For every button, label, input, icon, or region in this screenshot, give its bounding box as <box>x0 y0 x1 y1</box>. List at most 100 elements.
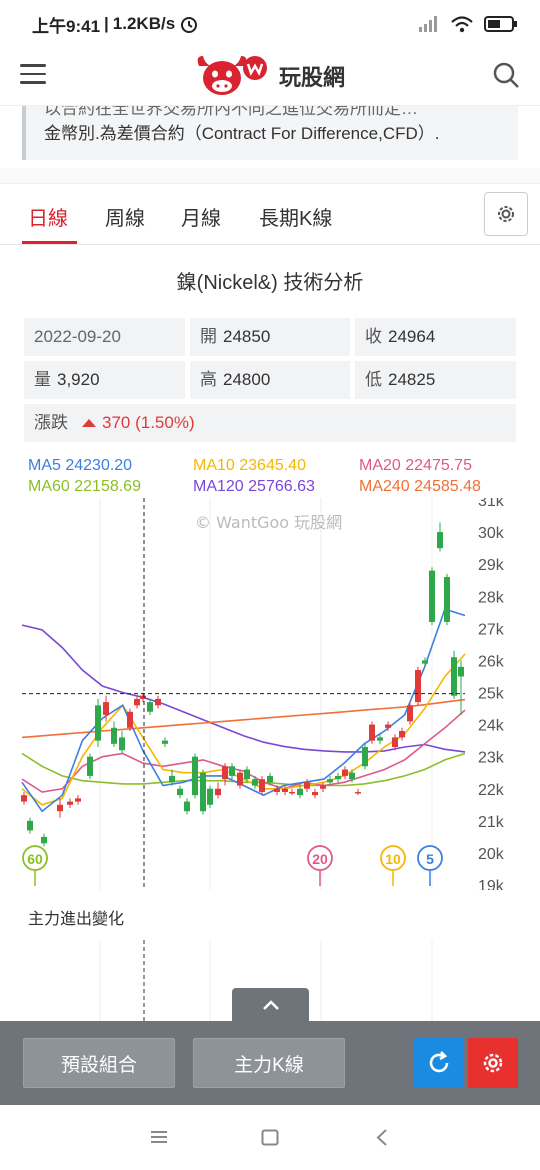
candle-down <box>437 532 443 549</box>
low-value: 24825 <box>388 370 436 389</box>
candle-down <box>297 788 303 796</box>
candle-down <box>458 666 464 677</box>
tab-weekly[interactable]: 周線 <box>105 202 145 231</box>
refresh-button[interactable] <box>414 1038 464 1088</box>
wifi-icon <box>451 16 473 33</box>
candle-down <box>184 801 190 812</box>
candle-down <box>229 766 235 776</box>
y-tick-label: 21k <box>478 814 505 831</box>
candle-down <box>267 775 273 783</box>
brand-logo[interactable]: 玩股網 <box>193 52 345 100</box>
candle-down <box>327 779 333 783</box>
ma240-line <box>21 698 466 739</box>
candle-up <box>103 702 109 715</box>
search-icon[interactable] <box>492 61 520 89</box>
ma5-legend: MA5 24230.20 <box>28 457 133 474</box>
hamburger-menu-icon[interactable] <box>20 64 46 86</box>
up-arrow-icon <box>82 418 96 427</box>
bull-logo-icon <box>197 56 267 95</box>
status-bar: 上午9:41 | 1.2KB/s <box>0 0 540 48</box>
candle-up <box>127 711 133 728</box>
candle-down <box>87 756 93 776</box>
candle-down <box>192 756 198 796</box>
candle-up <box>75 798 81 802</box>
candle-up <box>57 804 63 812</box>
chart-settings-button[interactable] <box>484 192 528 236</box>
refresh-icon <box>429 1051 449 1073</box>
candle-up <box>67 801 73 805</box>
candle-up <box>282 788 288 792</box>
bottom-toolbar: 預設組合 主力K線 <box>0 1021 540 1105</box>
candle-up <box>415 670 421 703</box>
candle-down <box>335 775 341 780</box>
candlestick-chart[interactable]: 31k 30k 29k 28k 27k 26k 25k 24k 23k 22k 21k 20k 19k ©… <box>0 498 540 890</box>
candle-up <box>320 785 326 789</box>
notice-line: 金幣別.為差價合約（Contract For Difference,CFD）. <box>44 124 440 143</box>
main-k-line-button[interactable]: 主力K線 <box>193 1038 345 1088</box>
candle-down <box>177 788 183 796</box>
candle-up <box>215 788 221 796</box>
candle-down <box>252 779 258 786</box>
candle-up <box>392 737 398 748</box>
y-tick-label: 24k <box>478 718 505 735</box>
change-value: 370 (1.50%) <box>102 413 195 432</box>
candle-down <box>444 577 450 622</box>
page-title: 鎳(Nickel&) 技術分析 <box>176 272 364 294</box>
y-tick-label: 30k <box>478 525 505 542</box>
y-tick-label: 26k <box>478 653 505 670</box>
candle-down <box>169 775 175 783</box>
collapse-panel-button[interactable] <box>232 988 309 1022</box>
nav-home-icon[interactable] <box>261 1129 279 1146</box>
candle-up <box>140 695 146 699</box>
low-label: 低 <box>365 370 382 389</box>
signal-icon <box>419 16 437 32</box>
candle-up <box>289 791 295 794</box>
candle-up <box>237 772 243 786</box>
preset-combo-button[interactable]: 預設組合 <box>23 1038 175 1088</box>
nav-menu-icon[interactable] <box>150 1130 168 1144</box>
settings-button[interactable] <box>468 1038 518 1088</box>
watermark-text: © WantGoo 玩股網 <box>195 513 342 532</box>
candle-up <box>355 791 361 794</box>
app-header: 玩股網 <box>0 48 540 106</box>
candle-down <box>147 702 153 712</box>
quote-date: 2022-09-20 <box>24 318 185 356</box>
ma60-legend: MA60 22158.69 <box>28 478 141 495</box>
candle-down <box>162 740 168 744</box>
tab-daily[interactable]: 日線 <box>28 202 68 231</box>
section-divider <box>0 168 540 183</box>
y-tick-label: 27k <box>478 621 505 638</box>
candle-up <box>222 766 228 780</box>
candle-up <box>21 795 27 802</box>
candle-up <box>274 788 280 792</box>
close-label: 收 <box>365 327 382 346</box>
status-separator: | <box>104 14 109 33</box>
nav-back-icon[interactable] <box>376 1129 388 1146</box>
quote-open: 開 24850 <box>190 318 350 356</box>
status-time: 上午9:41 <box>32 16 101 36</box>
candle-down <box>119 737 125 751</box>
y-tick-label: 31k <box>478 498 505 510</box>
ma-marker-label: 5 <box>426 851 434 867</box>
candle-down <box>27 820 33 831</box>
y-tick-label: 22k <box>478 782 505 799</box>
candle-up <box>304 782 310 789</box>
change-label: 漲跌 <box>34 413 68 432</box>
tab-long-term[interactable]: 長期K線 <box>259 202 332 231</box>
y-tick-label: 19k <box>478 878 505 890</box>
candle-down <box>362 747 368 767</box>
volume-value: 3,920 <box>57 370 100 389</box>
quote-change: 漲跌 370 (1.50%) <box>24 404 516 442</box>
sub-chart-label: 主力進出變化 <box>28 911 125 928</box>
candle-up <box>407 705 413 722</box>
gear-icon <box>498 206 514 222</box>
ma-marker-label: 20 <box>312 851 328 867</box>
ma-marker-label: 60 <box>27 851 43 867</box>
quote-close: 收 24964 <box>355 318 516 356</box>
notice-partial-line: 以合約在全世界交易所內不同之進位交易所而定… <box>44 106 418 118</box>
high-label: 高 <box>200 370 217 389</box>
system-nav-bar <box>0 1105 540 1170</box>
tab-monthly[interactable]: 月線 <box>181 202 221 231</box>
alarm-icon <box>181 17 198 33</box>
candle-down <box>95 705 101 741</box>
